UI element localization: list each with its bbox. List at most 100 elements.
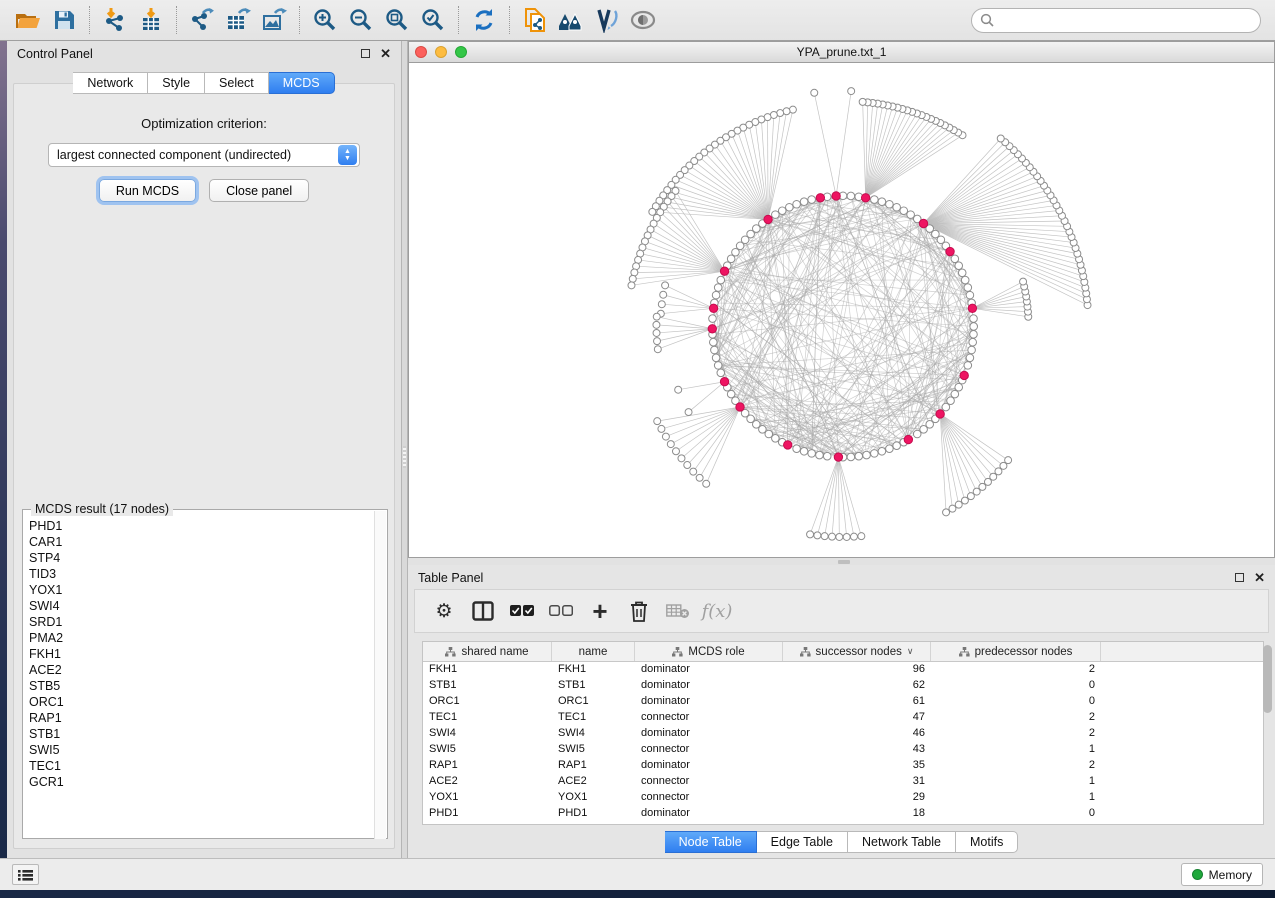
- graph-node[interactable]: [772, 435, 780, 443]
- table-row[interactable]: SWI5 SWI5 connector 43 1: [423, 742, 1263, 758]
- graph-node[interactable]: [966, 291, 974, 299]
- cell-shared-name[interactable]: SWI5: [423, 742, 552, 758]
- graph-node[interactable]: [966, 354, 974, 362]
- search-input[interactable]: [971, 8, 1261, 33]
- control-panel-tab[interactable]: Network: [73, 72, 148, 94]
- mcds-result-item[interactable]: TEC1: [29, 758, 373, 774]
- graph-leaf-node[interactable]: [649, 208, 656, 215]
- graph-node[interactable]: [964, 362, 972, 370]
- cell-shared-name[interactable]: RAP1: [423, 758, 552, 774]
- control-panel-tab[interactable]: MCDS: [269, 72, 335, 94]
- graph-mcds-node[interactable]: [946, 247, 954, 255]
- graph-node[interactable]: [808, 196, 816, 204]
- vertical-splitter[interactable]: [401, 41, 408, 858]
- graph-leaf-node[interactable]: [836, 533, 843, 540]
- graph-node[interactable]: [709, 315, 717, 323]
- import-network-icon[interactable]: [97, 3, 133, 37]
- graph-node[interactable]: [955, 383, 963, 391]
- graph-node[interactable]: [710, 338, 718, 346]
- graph-mcds-node[interactable]: [904, 435, 912, 443]
- cell-name[interactable]: YOX1: [552, 790, 635, 806]
- graph-mcds-node[interactable]: [736, 403, 744, 411]
- cell-successor-nodes[interactable]: 18: [783, 806, 931, 822]
- zoom-fit-icon[interactable]: [379, 3, 415, 37]
- graph-node[interactable]: [717, 369, 725, 377]
- graph-node[interactable]: [847, 453, 855, 461]
- graph-leaf-node[interactable]: [654, 338, 661, 345]
- zoom-in-icon[interactable]: [307, 3, 343, 37]
- cell-mcds-role[interactable]: connector: [635, 790, 783, 806]
- export-table-icon[interactable]: [220, 3, 256, 37]
- graph-leaf-node[interactable]: [662, 282, 669, 289]
- column-header[interactable]: successor nodes ∨: [783, 642, 931, 661]
- graph-leaf-node[interactable]: [628, 282, 635, 289]
- cell-shared-name[interactable]: ORC1: [423, 694, 552, 710]
- graph-leaf-node[interactable]: [829, 533, 836, 540]
- mcds-result-item[interactable]: FKH1: [29, 646, 373, 662]
- mcds-result-item[interactable]: STB5: [29, 678, 373, 694]
- graph-node[interactable]: [823, 452, 831, 460]
- cell-successor-nodes[interactable]: 61: [783, 694, 931, 710]
- column-layout-icon[interactable]: [468, 596, 498, 626]
- cell-mcds-role[interactable]: dominator: [635, 694, 783, 710]
- table-scrollbar[interactable]: [1263, 645, 1272, 801]
- graph-mcds-node[interactable]: [764, 215, 772, 223]
- graph-mcds-node[interactable]: [936, 410, 944, 418]
- graph-node[interactable]: [727, 255, 735, 263]
- table-row[interactable]: ACE2 ACE2 connector 31 1: [423, 774, 1263, 790]
- graph-node[interactable]: [893, 442, 901, 450]
- graph-node[interactable]: [778, 207, 786, 215]
- graph-node[interactable]: [958, 269, 966, 277]
- mcds-result-item[interactable]: PMA2: [29, 630, 373, 646]
- graph-leaf-node[interactable]: [658, 425, 665, 432]
- graph-mcds-node[interactable]: [720, 267, 728, 275]
- mcds-result-item[interactable]: SWI5: [29, 742, 373, 758]
- table-panel-tab[interactable]: Network Table: [848, 831, 956, 853]
- graph-leaf-node[interactable]: [653, 313, 660, 320]
- graph-node[interactable]: [969, 338, 977, 346]
- cell-name[interactable]: ORC1: [552, 694, 635, 710]
- cell-name[interactable]: RAP1: [552, 758, 635, 774]
- refresh-icon[interactable]: [466, 3, 502, 37]
- graph-node[interactable]: [717, 276, 725, 284]
- mcds-result-item[interactable]: YOX1: [29, 582, 373, 598]
- cell-successor-nodes[interactable]: 47: [783, 710, 931, 726]
- graph-node[interactable]: [907, 211, 915, 219]
- graph-node[interactable]: [711, 346, 719, 354]
- table-panel-tab[interactable]: Motifs: [956, 831, 1018, 853]
- graph-node[interactable]: [878, 198, 886, 206]
- graph-leaf-node[interactable]: [811, 89, 818, 96]
- graph-leaf-node[interactable]: [629, 275, 636, 282]
- table-row[interactable]: RAP1 RAP1 dominator 35 2: [423, 758, 1263, 774]
- graph-node[interactable]: [793, 200, 801, 208]
- graph-node[interactable]: [964, 284, 972, 292]
- graph-mcds-node[interactable]: [816, 194, 824, 202]
- cell-successor-nodes[interactable]: 31: [783, 774, 931, 790]
- graph-leaf-node[interactable]: [850, 533, 857, 540]
- cell-mcds-role[interactable]: dominator: [635, 678, 783, 694]
- graph-mcds-node[interactable]: [832, 192, 840, 200]
- graph-node[interactable]: [886, 445, 894, 453]
- graph-mcds-node[interactable]: [709, 304, 717, 312]
- cell-successor-nodes[interactable]: 62: [783, 678, 931, 694]
- mcds-result-item[interactable]: GCR1: [29, 774, 373, 790]
- close-panel-icon[interactable]: ✕: [380, 49, 391, 58]
- graph-node[interactable]: [968, 346, 976, 354]
- graph-nodes[interactable]: [628, 88, 1091, 541]
- graph-leaf-node[interactable]: [654, 346, 661, 353]
- mcds-result-item[interactable]: TID3: [29, 566, 373, 582]
- run-mcds-button[interactable]: Run MCDS: [99, 179, 196, 202]
- graph-leaf-node[interactable]: [1020, 278, 1027, 285]
- graph-leaf-node[interactable]: [783, 108, 790, 115]
- graph-node[interactable]: [970, 323, 978, 331]
- graph-node[interactable]: [961, 276, 969, 284]
- float-table-panel-icon[interactable]: [1235, 573, 1244, 582]
- cell-predecessor-nodes[interactable]: 2: [931, 726, 1101, 742]
- graph-mcds-node[interactable]: [720, 378, 728, 386]
- horizontal-splitter[interactable]: [408, 558, 1275, 565]
- graph-node[interactable]: [871, 196, 879, 204]
- graph-node[interactable]: [970, 315, 978, 323]
- graph-node[interactable]: [951, 390, 959, 398]
- graph-mcds-node[interactable]: [708, 325, 716, 333]
- cell-shared-name[interactable]: SWI4: [423, 726, 552, 742]
